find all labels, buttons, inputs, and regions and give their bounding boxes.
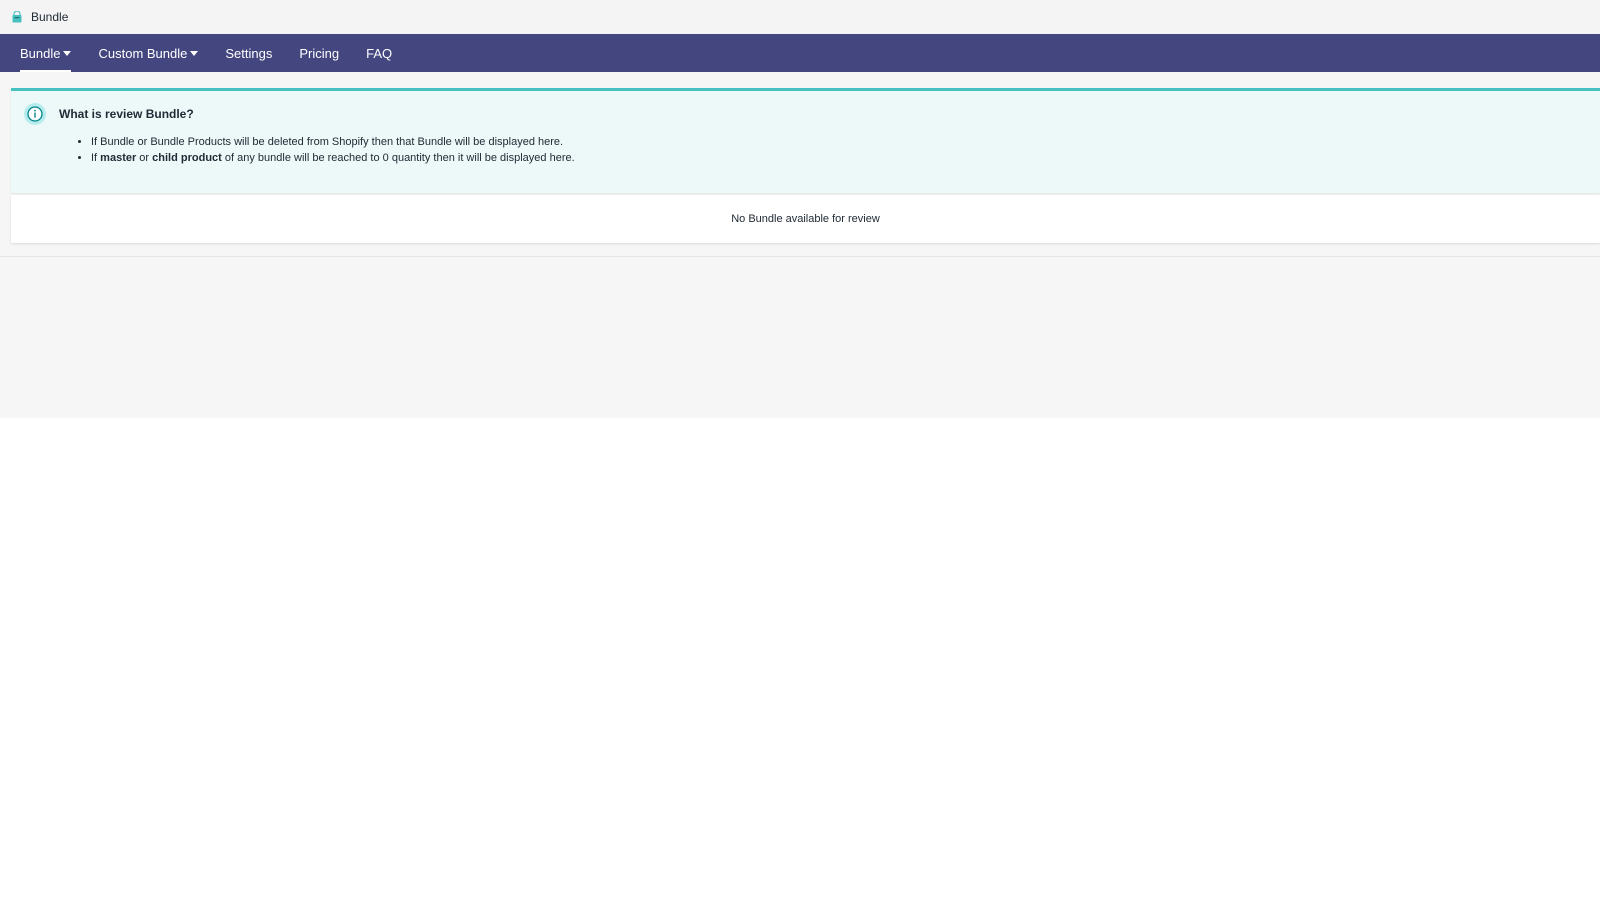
nav-item-label: Bundle bbox=[20, 45, 61, 61]
nav-item-label: Settings bbox=[225, 45, 273, 61]
banner-text: or bbox=[136, 152, 153, 164]
nav-item-custom-bundle[interactable]: Custom Bundle bbox=[98, 34, 199, 72]
divider bbox=[0, 256, 1600, 257]
nav-item-label: Custom Bundle bbox=[98, 45, 188, 61]
main-navbar: Bundle Custom Bundle Settings Pricing FA… bbox=[0, 34, 1600, 72]
empty-state-card: No Bundle available for review bbox=[11, 195, 1600, 243]
info-banner: What is review Bundle? If Bundle or Bund… bbox=[11, 88, 1600, 193]
content-area: What is review Bundle? If Bundle or Bund… bbox=[0, 72, 1600, 418]
banner-list-item: If Bundle or Bundle Products will be del… bbox=[91, 134, 575, 150]
banner-text: If Bundle or Bundle Products will be del… bbox=[91, 136, 564, 148]
banner-title: What is review Bundle? bbox=[59, 107, 194, 121]
info-circle-icon bbox=[24, 103, 46, 125]
caret-down-icon bbox=[190, 50, 199, 56]
nav-item-faq[interactable]: FAQ bbox=[366, 34, 392, 72]
nav-item-pricing[interactable]: Pricing bbox=[299, 34, 339, 72]
nav-item-label: Pricing bbox=[299, 45, 340, 61]
banner-bold-text: master bbox=[100, 152, 137, 164]
caret-down-icon bbox=[63, 50, 72, 56]
nav-item-label: FAQ bbox=[366, 45, 393, 61]
shopping-bag-icon bbox=[11, 10, 23, 23]
banner-list-item: If master or child product of any bundle… bbox=[91, 150, 575, 166]
nav-item-bundle[interactable]: Bundle bbox=[20, 34, 72, 72]
banner-text: If bbox=[91, 152, 101, 164]
empty-state-message: No Bundle available for review bbox=[731, 213, 880, 225]
banner-list: If Bundle or Bundle Products will be del… bbox=[91, 134, 575, 166]
nav-item-settings[interactable]: Settings bbox=[225, 34, 272, 72]
app-header: Bundle bbox=[0, 0, 1600, 34]
app-title: Bundle bbox=[31, 10, 69, 24]
banner-bold-text: child product bbox=[152, 152, 222, 164]
banner-text: of any bundle will be reached to 0 quant… bbox=[221, 152, 575, 164]
